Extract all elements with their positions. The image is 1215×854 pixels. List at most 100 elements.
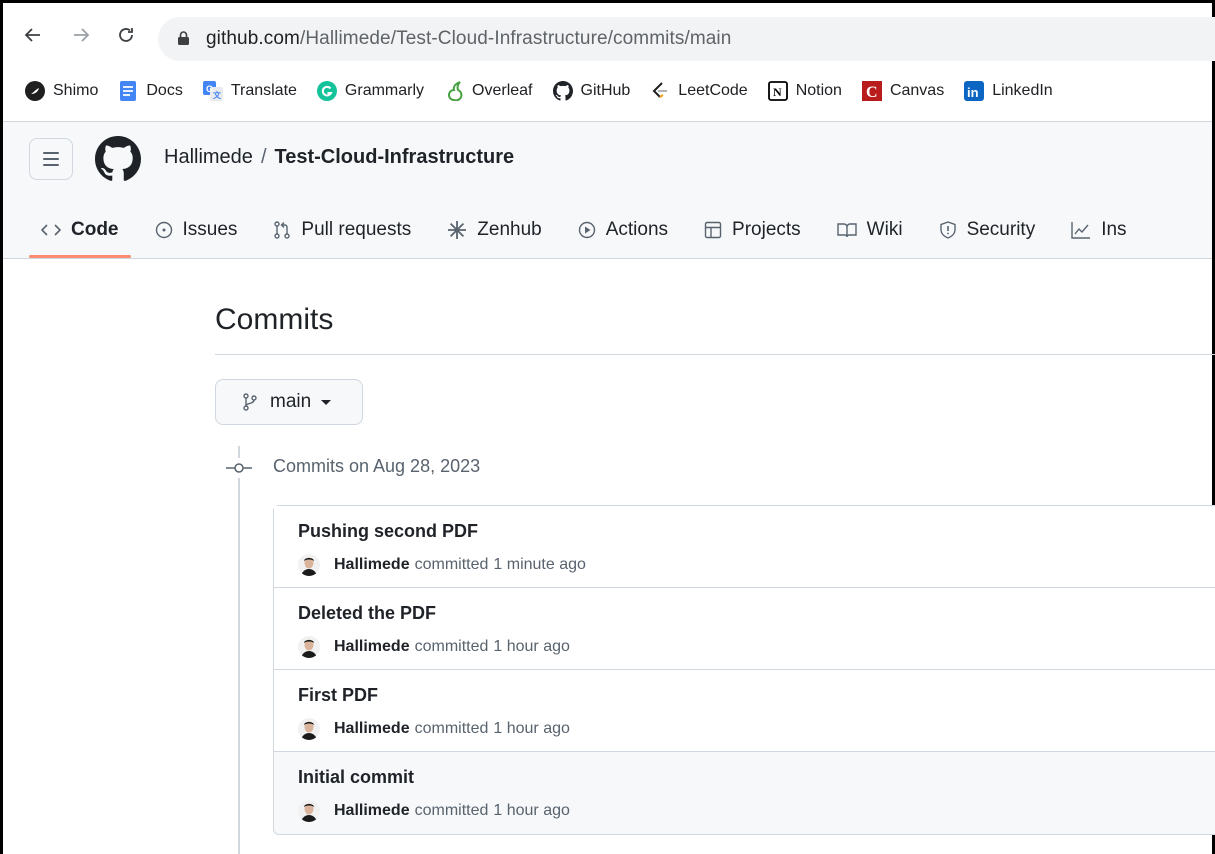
tab-ins[interactable]: Ins (1059, 202, 1138, 258)
tab-wiki[interactable]: Wiki (825, 202, 915, 258)
browser-toolbar: github.com/Hallimede/Test-Cloud-Infrastr… (3, 3, 1215, 121)
tab-label: Projects (732, 219, 801, 240)
commit-title-link[interactable]: Initial commit (298, 767, 414, 788)
code-icon (41, 222, 61, 238)
bookmark-leetcode[interactable]: LeetCode (650, 81, 748, 101)
tab-label: Ins (1101, 219, 1127, 240)
git-commit-icon (226, 458, 252, 478)
pull-request-icon (273, 221, 291, 239)
bookmark-grammarly[interactable]: Grammarly (316, 81, 424, 101)
commit-verb: committed (414, 720, 489, 737)
bookmark-label: LinkedIn (992, 82, 1053, 99)
commit-time: 1 minute ago (493, 556, 586, 573)
hamburger-menu-button[interactable] (29, 138, 73, 180)
commit-title-link[interactable]: Pushing second PDF (298, 521, 478, 542)
commit-meta: Hallimede committed 1 hour ago (298, 800, 570, 822)
issue-icon (155, 221, 173, 239)
bookmark-translate[interactable]: G 文 Translate (202, 81, 297, 101)
svg-text:N: N (773, 85, 782, 99)
timeline-line (238, 446, 240, 854)
branch-select-button[interactable]: main (215, 379, 363, 425)
avatar[interactable] (298, 718, 320, 740)
tab-code[interactable]: Code (29, 202, 131, 258)
page-title: Commits (215, 303, 334, 336)
commit-meta: Hallimede committed 1 minute ago (298, 554, 586, 576)
commit-time: 1 hour ago (493, 720, 570, 737)
url-path: /Hallimede/Test-Cloud-Infrastructure/com… (299, 28, 732, 49)
overleaf-icon (444, 81, 464, 101)
zenhub-icon (447, 220, 467, 240)
commit-title-link[interactable]: Deleted the PDF (298, 603, 436, 624)
commit-verb: committed (414, 638, 489, 655)
avatar[interactable] (298, 800, 320, 822)
bookmark-label: Shimo (53, 82, 99, 99)
tab-security[interactable]: Security (927, 202, 1048, 258)
tab-label: Zenhub (477, 219, 542, 240)
github-icon (552, 81, 573, 101)
github-logo-icon[interactable] (95, 136, 141, 182)
graph-icon (1071, 221, 1091, 239)
play-icon (578, 221, 596, 239)
tab-label: Wiki (866, 219, 903, 240)
commit-author-link[interactable]: Hallimede (334, 638, 410, 656)
avatar[interactable] (298, 636, 320, 658)
tab-label: Issues (182, 219, 238, 240)
svg-text:文: 文 (213, 90, 222, 100)
bookmark-label: Docs (146, 82, 183, 99)
title-divider (215, 354, 1215, 355)
tab-pull-requests[interactable]: Pull requests (261, 202, 423, 258)
tab-actions[interactable]: Actions (566, 202, 680, 258)
chevron-down-icon (321, 399, 332, 405)
back-arrow-icon[interactable] (23, 25, 43, 49)
repo-owner-link[interactable]: Hallimede (164, 146, 253, 168)
bookmark-github[interactable]: GitHub (552, 81, 631, 101)
bookmark-shimo[interactable]: Shimo (25, 81, 98, 101)
svg-text:in: in (967, 85, 979, 100)
commit-author-link[interactable]: Hallimede (334, 802, 410, 820)
bookmark-label: Notion (795, 82, 842, 99)
leetcode-icon (650, 81, 670, 101)
tab-label: Code (71, 219, 119, 240)
commit-meta: Hallimede committed 1 hour ago (298, 636, 570, 658)
shield-icon (939, 221, 957, 239)
bookmark-overleaf[interactable]: Overleaf (444, 81, 533, 101)
bookmark-label: LeetCode (678, 82, 748, 99)
translate-icon: G文 (202, 81, 223, 101)
tab-label: Pull requests (301, 219, 412, 240)
commit-row: First PDF Hallimede committed 1 hour ago (274, 670, 1215, 752)
svg-text:C: C (866, 84, 878, 101)
breadcrumb-separator: / (260, 146, 267, 168)
avatar[interactable] (298, 554, 320, 576)
commit-author-link[interactable]: Hallimede (334, 720, 410, 738)
commit-row: Initial commit Hallimede committed 1 hour a… (274, 752, 1215, 834)
grammarly-icon (316, 81, 337, 101)
commit-author-link[interactable]: Hallimede (334, 556, 410, 574)
bookmark-label: GitHub (580, 82, 631, 99)
tab-projects[interactable]: Projects (692, 202, 813, 258)
commit-row: Pushing second PDF Hallimede committed 1 mi… (274, 506, 1215, 588)
repo-tabs: Code Issues Pull requests Zenhub Actions Proj… (29, 202, 1151, 258)
commit-verb: committed (414, 556, 489, 573)
reload-icon[interactable] (116, 25, 136, 49)
tab-issues[interactable]: Issues (143, 202, 250, 258)
bookmark-linkedin[interactable]: in LinkedIn (964, 81, 1053, 101)
url-host: github.com (206, 28, 300, 49)
linkedin-icon: in (964, 81, 985, 101)
bookmark-label: Translate (230, 82, 297, 99)
bookmark-docs[interactable]: Docs (118, 81, 183, 101)
bookmark-canvas[interactable]: C Canvas (861, 81, 944, 101)
bookmark-notion[interactable]: N Notion (767, 81, 842, 101)
repo-name-link[interactable]: Test-Cloud-Infrastructure (275, 146, 515, 168)
tab-zenhub[interactable]: Zenhub (435, 202, 553, 258)
commit-time: 1 hour ago (493, 802, 570, 819)
notion-icon: N (767, 81, 788, 101)
commit-row: Deleted the PDF Hallimede committed 1 hour … (274, 588, 1215, 670)
git-branch-icon (242, 393, 258, 411)
commit-title-link[interactable]: First PDF (298, 685, 378, 706)
repo-breadcrumb: Hallimede / Test-Cloud-Infrastructure (164, 146, 514, 169)
forward-arrow-icon[interactable] (71, 25, 91, 49)
tab-label: Actions (605, 219, 669, 240)
canvas-icon: C (861, 81, 882, 101)
address-bar[interactable]: github.com/Hallimede/Test-Cloud-Infrastr… (158, 17, 1215, 61)
tab-label: Security (966, 219, 1036, 240)
